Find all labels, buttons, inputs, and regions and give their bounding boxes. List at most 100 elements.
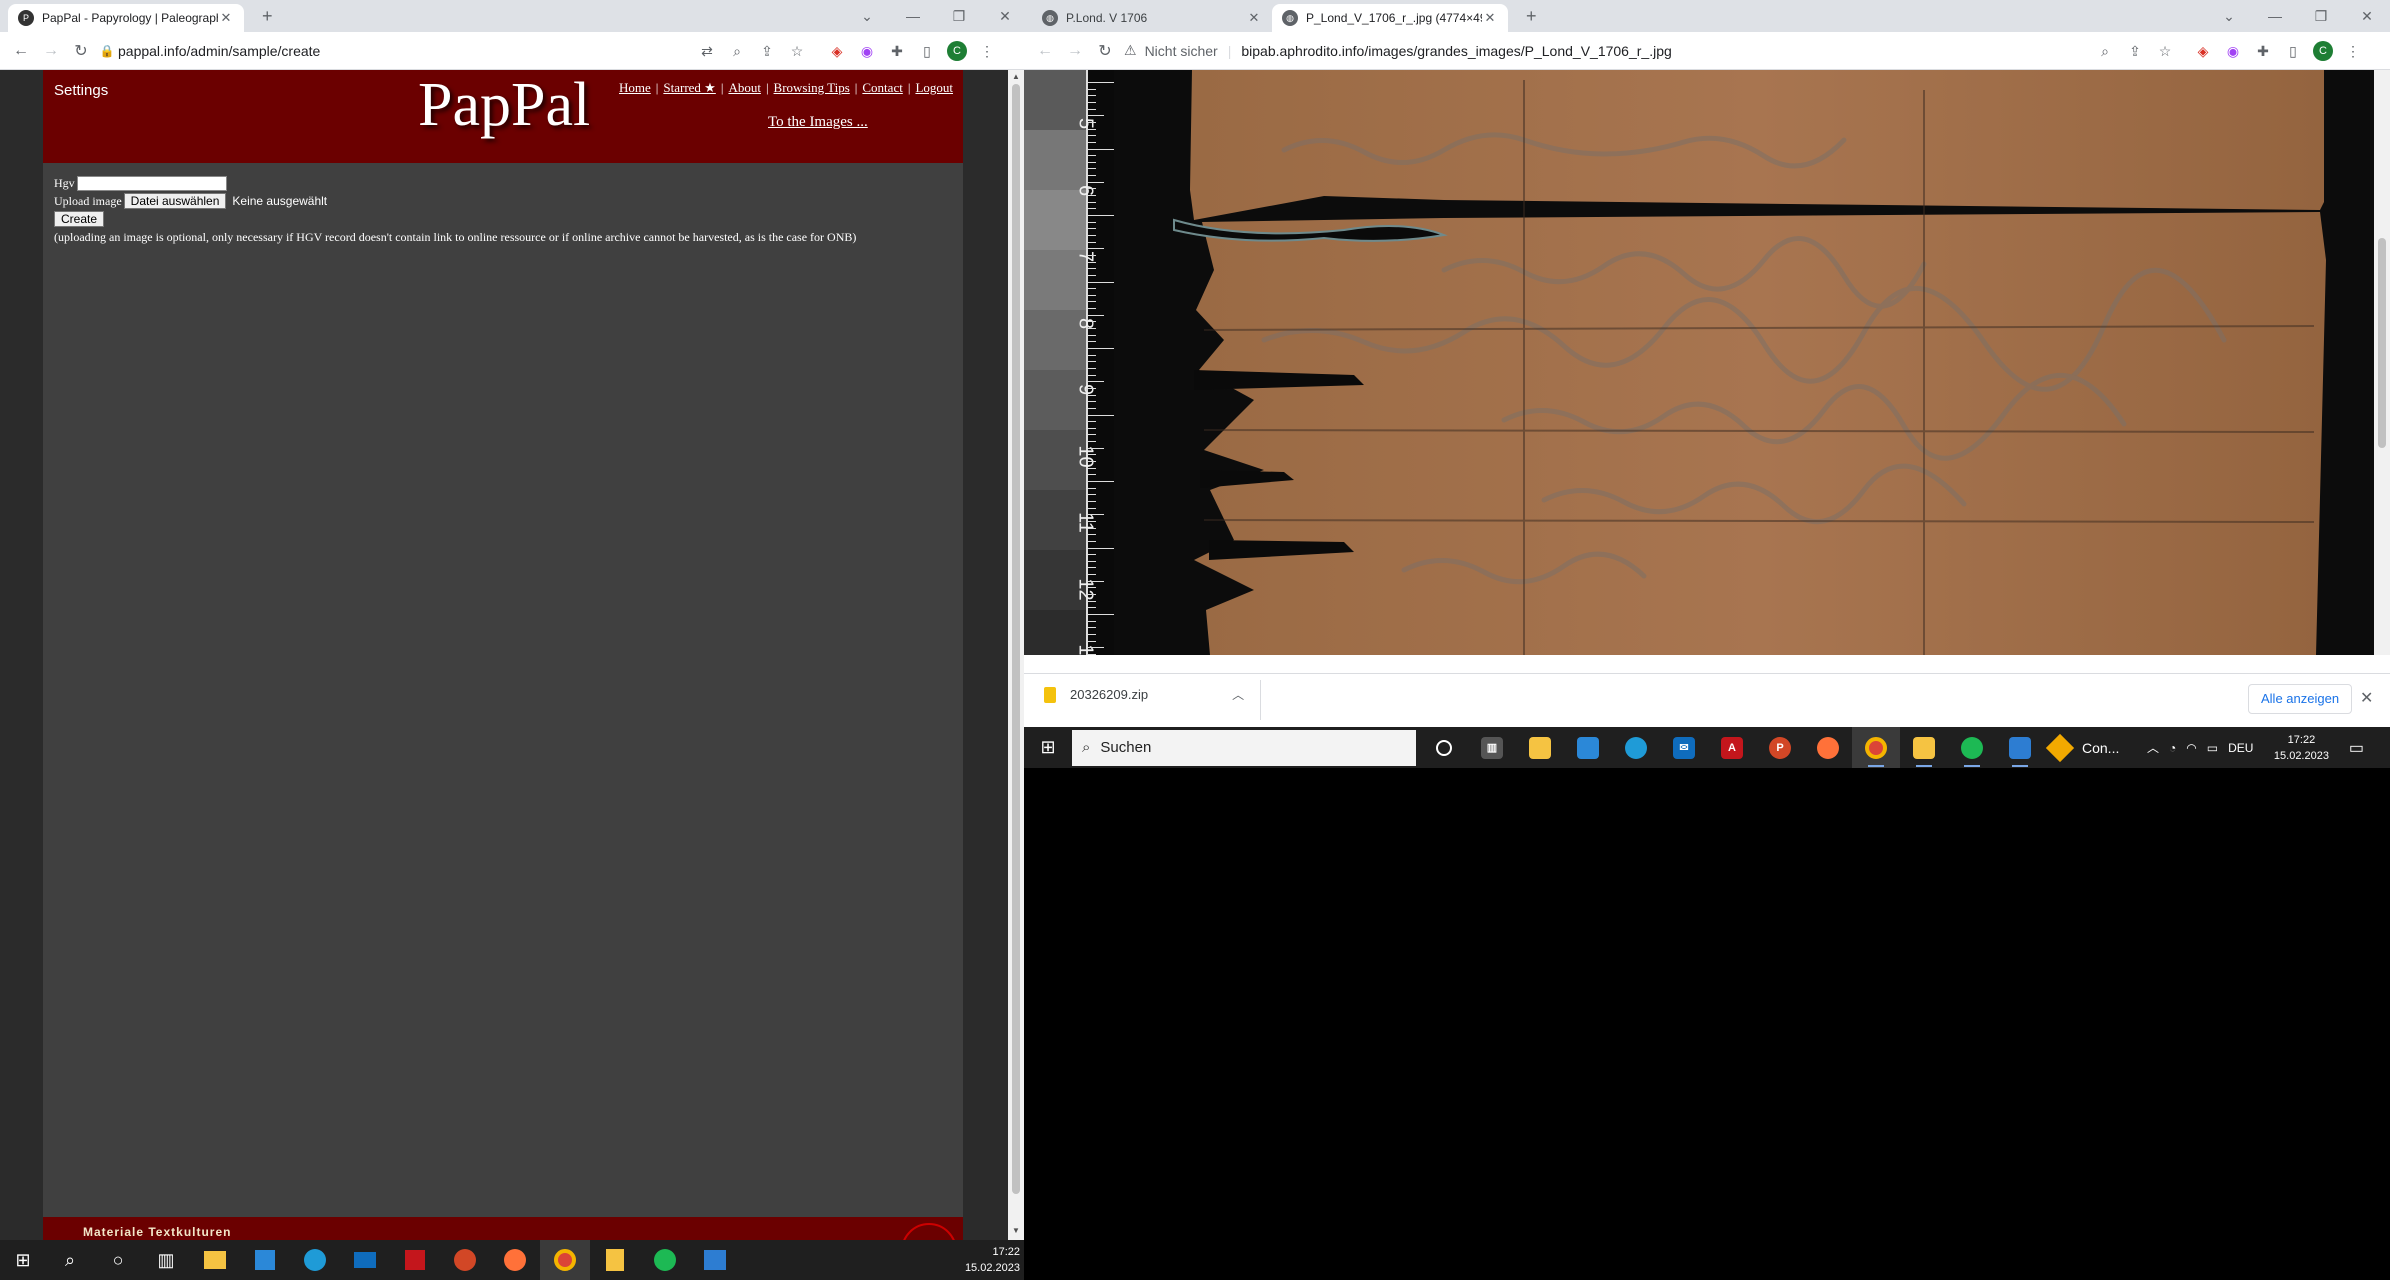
papyrus-image[interactable] xyxy=(1024,70,2390,655)
left-vertical-scrollbar[interactable]: ▲ ▼ xyxy=(1008,70,1024,1240)
nav-about[interactable]: About xyxy=(728,80,761,95)
scroll-thumb[interactable] xyxy=(1012,84,1020,1194)
edge-icon[interactable] xyxy=(1612,727,1660,768)
photos-icon[interactable] xyxy=(690,1240,740,1280)
acrobat-icon[interactable] xyxy=(390,1240,440,1280)
warning-icon[interactable]: ⚠ xyxy=(1124,42,1137,59)
restore-icon[interactable]: ❐ xyxy=(2298,8,2344,25)
address-bar[interactable]: ⚠ Nicht sicher | bipab.aphrodito.info/im… xyxy=(1124,36,2024,66)
mail-icon[interactable] xyxy=(340,1240,390,1280)
close-tab-icon[interactable]: ✕ xyxy=(218,10,234,26)
firefox-icon[interactable] xyxy=(1804,727,1852,768)
not-secure-label[interactable]: Nicht sicher xyxy=(1145,43,1218,59)
close-tab-icon[interactable]: ✕ xyxy=(1482,10,1498,26)
chrome-icon[interactable] xyxy=(540,1240,590,1280)
show-all-downloads-button[interactable]: Alle anzeigen xyxy=(2248,684,2353,714)
extension-red-icon[interactable]: ◈ xyxy=(822,43,852,60)
choose-file-button[interactable]: Datei auswählen xyxy=(123,193,227,209)
photos-icon[interactable] xyxy=(1996,727,2044,768)
settings-link[interactable]: Settings xyxy=(54,82,108,99)
reload-icon[interactable]: ↻ xyxy=(1090,41,1120,61)
extension-red-icon[interactable]: ◈ xyxy=(2188,43,2218,60)
nav-starred[interactable]: Starred ★ xyxy=(663,80,715,95)
new-tab-button[interactable]: + xyxy=(262,6,273,27)
taskbar-search[interactable]: ⌕ Suchen xyxy=(1072,729,1416,766)
zoom-icon[interactable]: ⌕ xyxy=(2090,43,2120,60)
lock-icon[interactable]: 🔒 xyxy=(96,44,118,58)
extensions-puzzle-icon[interactable]: ✚ xyxy=(2248,43,2278,60)
create-button[interactable]: Create xyxy=(54,211,105,227)
back-icon[interactable]: ← xyxy=(6,42,36,60)
file-app-icon[interactable] xyxy=(1900,727,1948,768)
side-panel-icon[interactable]: ▯ xyxy=(2278,43,2308,60)
tab-image[interactable]: ◍ P_Lond_V_1706_r_.jpg (4774×49 ✕ xyxy=(1272,4,1508,32)
scroll-up-icon[interactable]: ▲ xyxy=(1008,72,1024,81)
bottom-clock[interactable]: 17:22 15.02.2023 xyxy=(965,1244,1020,1276)
restore-icon[interactable]: ❐ xyxy=(936,8,982,25)
file-explorer-icon[interactable] xyxy=(190,1240,240,1280)
tab-plond[interactable]: ◍ P.Lond. V 1706 ✕ xyxy=(1032,4,1272,32)
menu-kebab-icon[interactable]: ⋮ xyxy=(972,43,1002,60)
side-panel-icon[interactable]: ▯ xyxy=(912,43,942,60)
cortana-icon[interactable] xyxy=(1420,727,1468,768)
windows-start-icon[interactable]: ⊞ xyxy=(1024,737,1072,758)
share-icon[interactable]: ⇪ xyxy=(752,43,782,60)
bookmark-star-icon[interactable]: ☆ xyxy=(2150,43,2180,60)
windows-start-icon[interactable]: ⊞ xyxy=(0,1250,46,1271)
pappal-logo[interactable]: PapPal xyxy=(418,70,590,141)
nav-contact[interactable]: Contact xyxy=(862,80,902,95)
mail-icon[interactable]: ✉ xyxy=(1660,727,1708,768)
minimize-icon[interactable]: — xyxy=(2252,8,2298,24)
spotify-icon[interactable] xyxy=(640,1240,690,1280)
zoom-icon[interactable]: ⌕ xyxy=(722,43,752,60)
menu-kebab-icon[interactable]: ⋮ xyxy=(2338,43,2368,60)
chevron-up-icon[interactable]: ︿ xyxy=(2147,739,2159,756)
extensions-puzzle-icon[interactable]: ✚ xyxy=(882,43,912,60)
address-bar[interactable]: 🔒 pappal.info/admin/sample/create xyxy=(96,36,656,66)
search-icon[interactable]: ⌕ xyxy=(46,1240,94,1280)
right-vertical-scrollbar[interactable] xyxy=(2374,70,2390,655)
scroll-thumb[interactable] xyxy=(2378,238,2386,448)
scroll-down-icon[interactable]: ▼ xyxy=(1008,1226,1024,1235)
forward-icon[interactable]: → xyxy=(1060,42,1090,60)
file-explorer-icon[interactable] xyxy=(1516,727,1564,768)
cortana-icon[interactable]: ○ xyxy=(94,1240,142,1280)
back-icon[interactable]: ← xyxy=(1030,42,1060,60)
close-download-bar-icon[interactable]: ✕ xyxy=(2360,688,2373,708)
nav-logout[interactable]: Logout xyxy=(915,80,953,95)
task-view-icon[interactable]: ▥ xyxy=(142,1240,190,1280)
chevron-up-icon[interactable]: ︿ xyxy=(1232,686,1244,703)
profile-avatar[interactable]: C xyxy=(2313,41,2333,61)
wifi-icon[interactable]: ◠ xyxy=(2186,741,2196,755)
minimize-icon[interactable]: — xyxy=(890,8,936,24)
bookmark-star-icon[interactable]: ☆ xyxy=(782,43,812,60)
acrobat-icon[interactable]: A xyxy=(1708,727,1756,768)
extension-purple-icon[interactable]: ◉ xyxy=(852,43,882,60)
close-window-icon[interactable]: ✕ xyxy=(982,8,1028,25)
tab-search-icon[interactable]: ⌄ xyxy=(2206,8,2252,25)
forward-icon[interactable]: → xyxy=(36,42,66,60)
nav-home[interactable]: Home xyxy=(619,80,651,95)
task-view-icon[interactable]: ▥ xyxy=(1468,727,1516,768)
tab-pappal[interactable]: P PapPal - Papyrology | Paleograph ✕ xyxy=(8,4,244,32)
taskbar-con-app[interactable]: Con... xyxy=(2045,733,2140,762)
close-tab-icon[interactable]: ✕ xyxy=(1246,10,1262,26)
tab-search-icon[interactable]: ⌄ xyxy=(844,8,890,25)
powerpoint-icon[interactable]: P xyxy=(1756,727,1804,768)
share-icon[interactable]: ⇪ xyxy=(2120,43,2150,60)
taskbar-clock[interactable]: 17:22 15.02.2023 xyxy=(2266,732,2336,764)
extension-purple-icon[interactable]: ◉ xyxy=(2218,43,2248,60)
close-window-icon[interactable]: ✕ xyxy=(2344,8,2390,25)
notification-icon[interactable]: ▭ xyxy=(2336,738,2376,758)
download-item[interactable]: 20326209.zip ︿ xyxy=(1044,686,1244,703)
file-app-icon[interactable] xyxy=(590,1240,640,1280)
chrome-icon[interactable] xyxy=(1852,727,1900,768)
firefox-icon[interactable] xyxy=(490,1240,540,1280)
edge-icon[interactable] xyxy=(290,1240,340,1280)
network-warning-icon[interactable]: ◔ xyxy=(2169,741,2176,755)
language-indicator[interactable]: DEU xyxy=(2228,741,2253,755)
to-images-link[interactable]: To the Images ... xyxy=(768,114,868,131)
hgv-input[interactable] xyxy=(76,175,227,191)
nav-browsing-tips[interactable]: Browsing Tips xyxy=(774,80,850,95)
spotify-icon[interactable] xyxy=(1948,727,1996,768)
